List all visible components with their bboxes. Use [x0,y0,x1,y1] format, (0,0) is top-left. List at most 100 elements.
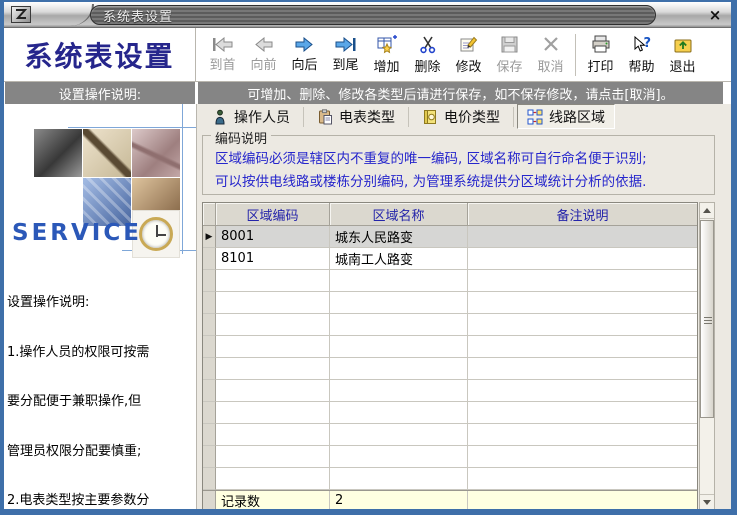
table-empty-row [203,336,697,358]
scissors-icon [419,35,437,54]
close-button[interactable]: × [705,5,725,24]
arrow-right-icon [293,37,316,52]
collage-tile-tools [34,129,82,177]
scroll-down-button[interactable] [700,494,714,509]
tab-separator [513,107,514,127]
operation-instructions: 设置操作说明: 1.操作人员的权限可按需 要分配便于兼职操作,但 管理员权限分配… [4,256,196,509]
toolbar-button-edit[interactable]: 修改 [448,31,489,79]
toolbar-button-delete[interactable]: 删除 [407,31,448,79]
row-indicator [203,248,216,270]
cancel-x-icon [542,35,560,54]
table-empty-row [203,314,697,336]
empty-cell [216,336,330,358]
cell-region-name[interactable]: 城南工人路变 [330,248,468,270]
cell-region-name[interactable]: 城东人民路变 [330,226,468,248]
titlebar[interactable]: 系统表设置 × [4,2,731,28]
table-empty-row [203,424,697,446]
tab-separator [408,107,409,127]
person-icon [212,109,228,125]
table-row[interactable]: ▶ 8001 城东人民路变 [203,226,697,248]
tab-price-types[interactable]: 电价类型 [412,104,510,129]
page-title: 系统表设置 [4,28,196,81]
empty-cell [330,402,468,424]
instruction-line: 1.操作人员的权限可按需 [7,345,194,362]
tab-line-regions[interactable]: 线路区域 [517,104,615,129]
empty-cell [216,402,330,424]
grid-indicator-header [203,203,216,226]
empty-cell [330,468,468,490]
toolbar-button-exit[interactable]: 退出 [662,31,703,79]
vertical-scrollbar[interactable] [699,202,715,509]
toolbar-button-last[interactable]: 到尾 [325,31,366,79]
empty-cell [216,358,330,380]
table-row[interactable]: 8101 城南工人路变 [203,248,697,270]
toolbar-button-print[interactable]: 打印 [580,31,621,79]
table-empty-row [203,468,697,490]
toolbar-button-next[interactable]: 向后 [284,31,325,79]
empty-cell [468,358,697,380]
empty-cell [468,402,697,424]
toolbar-button-first[interactable]: 到首 [202,31,243,79]
window-title: 系统表设置 [91,6,173,25]
tabs-row: 操作人员 电表类型 电价类型 [197,104,731,129]
clipboard-icon [317,109,333,125]
scroll-up-button[interactable] [700,203,714,219]
empty-cell [216,270,330,292]
sidebar-caption-bar: 设置操作说明: [5,82,195,104]
grid-body: ▶ 8001 城东人民路变 8101 城南工人路变 [203,226,697,490]
region-boxes-icon [527,109,543,125]
toolbar-button-cancel[interactable]: 取消 [530,31,571,79]
empty-cell [330,358,468,380]
add-record-icon [377,35,397,54]
groupbox-legend: 编码说明 [211,128,271,147]
regions-grid: 区域编码 区域名称 备注说明 ▶ 8001 城东人民路变 [202,202,698,509]
toolbar-button-help[interactable]: ? 帮助 [621,31,662,79]
empty-cell [468,446,697,468]
empty-cell [216,468,330,490]
empty-cell [216,380,330,402]
empty-cell [468,292,697,314]
triangle-down-icon [703,500,711,505]
tab-meter-types[interactable]: 电表类型 [307,104,405,129]
empty-cell [203,270,216,292]
titlebar-pill: 系统表设置 [90,5,656,25]
scrollbar-thumb[interactable] [700,220,714,418]
empty-cell [330,314,468,336]
column-header-remarks[interactable]: 备注说明 [468,203,697,226]
column-header-region-code[interactable]: 区域编码 [216,203,330,226]
scrollbar-grip-icon [704,315,712,324]
toolbar-button-save[interactable]: 保存 [489,31,530,79]
collage-line [68,127,197,128]
cell-remarks[interactable] [468,226,697,248]
table-empty-row [203,446,697,468]
cell-region-code[interactable]: 8001 [216,226,330,248]
empty-cell [468,380,697,402]
cell-remarks[interactable] [468,248,697,270]
main-area: SERVICE 设置操作说明: 1.操作人员的权限可按需 要分配便于兼职操作,但… [4,104,731,509]
record-count-row: 记录数 2 [203,490,697,509]
table-empty-row [203,380,697,402]
column-header-region-name[interactable]: 区域名称 [330,203,468,226]
footer-indicator [203,491,216,509]
info-bars: 设置操作说明: 可增加、删除、修改各类型后请进行保存，如不保存修改，请点击[取消… [4,82,731,104]
toolbar-button-add[interactable]: 增加 [366,31,407,79]
grid-empty-rows [203,270,697,490]
titlebar-curve-decoration [60,4,94,26]
coding-notes-groupbox: 编码说明 区域编码必须是辖区内不重复的唯一编码, 区域名称可自行命名便于识别; … [202,135,715,195]
empty-cell [203,468,216,490]
instruction-line: 2.电表类型按主要参数分 [7,493,194,509]
service-label: SERVICE [12,220,142,246]
empty-cell [216,424,330,446]
empty-cell [468,270,697,292]
toolbar-separator [575,34,576,76]
table-empty-row [203,358,697,380]
toolbar: 到首 向前 向后 到尾 [196,28,731,81]
empty-cell [330,424,468,446]
content-panel: 操作人员 电表类型 电价类型 [197,104,731,509]
floppy-disk-icon [500,35,519,54]
empty-cell [203,380,216,402]
toolbar-button-prev[interactable]: 向前 [243,31,284,79]
cell-region-code[interactable]: 8101 [216,248,330,270]
tab-operators[interactable]: 操作人员 [202,104,300,129]
goto-first-icon [211,37,234,52]
